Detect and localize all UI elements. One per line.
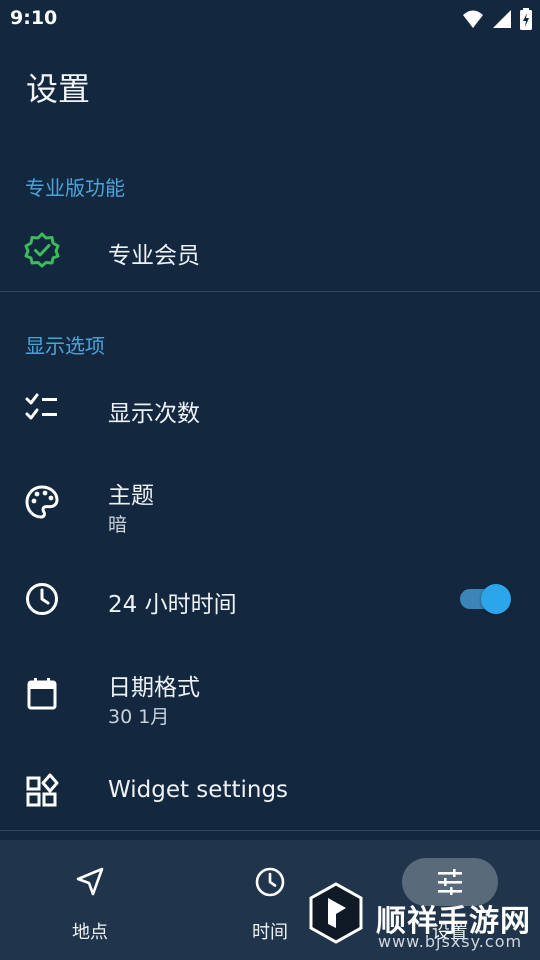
battery-charging-icon: [520, 8, 532, 30]
setting-pro-member[interactable]: 专业会员: [0, 218, 540, 282]
toggle-24h-knob[interactable]: [481, 584, 511, 614]
wifi-icon: [463, 10, 483, 28]
checklist-icon: [25, 393, 57, 420]
setting-date-format-value: 30 1月: [108, 706, 170, 728]
setting-widget[interactable]: Widget settings: [0, 758, 540, 824]
status-icons: [462, 8, 532, 30]
palette-icon: [25, 485, 59, 519]
navigation-arrow-icon: [76, 867, 104, 896]
nav-item-places[interactable]: 地点: [0, 840, 180, 960]
setting-24h-time[interactable]: 24 小时时间: [0, 566, 540, 632]
clock-icon: [255, 867, 285, 897]
section-header-display: 显示选项: [25, 334, 105, 358]
nav-label-places: 地点: [72, 922, 108, 943]
watermark-url: www.bjsxsy.com: [378, 932, 523, 951]
verified-badge-icon: [24, 232, 60, 268]
setting-date-format[interactable]: 日期格式 30 1月: [0, 654, 540, 738]
section-header-pro: 专业版功能: [25, 176, 125, 200]
list-bottom-divider: [0, 830, 540, 831]
setting-date-format-title: 日期格式: [108, 675, 200, 701]
calendar-icon: [27, 678, 57, 710]
setting-pro-member-title: 专业会员: [108, 243, 200, 269]
setting-theme-title: 主题: [108, 483, 154, 509]
watermark: 顺祥手游网 www.bjsxsy.com: [300, 858, 540, 958]
status-bar: 9:10: [0, 0, 540, 38]
widgets-icon: [26, 773, 59, 807]
page-title: 设置: [26, 70, 91, 108]
section-divider: [0, 291, 540, 292]
signal-icon: [493, 10, 511, 28]
clock-icon: [26, 583, 58, 615]
setting-24h-time-title: 24 小时时间: [108, 592, 237, 618]
setting-show-count[interactable]: 显示次数: [0, 376, 540, 440]
setting-theme[interactable]: 主题 暗: [0, 462, 540, 546]
watermark-logo-icon: [309, 882, 363, 944]
setting-theme-value: 暗: [108, 514, 128, 536]
setting-show-count-title: 显示次数: [108, 401, 200, 427]
status-time: 9:10: [10, 7, 58, 29]
setting-widget-title: Widget settings: [108, 777, 289, 803]
